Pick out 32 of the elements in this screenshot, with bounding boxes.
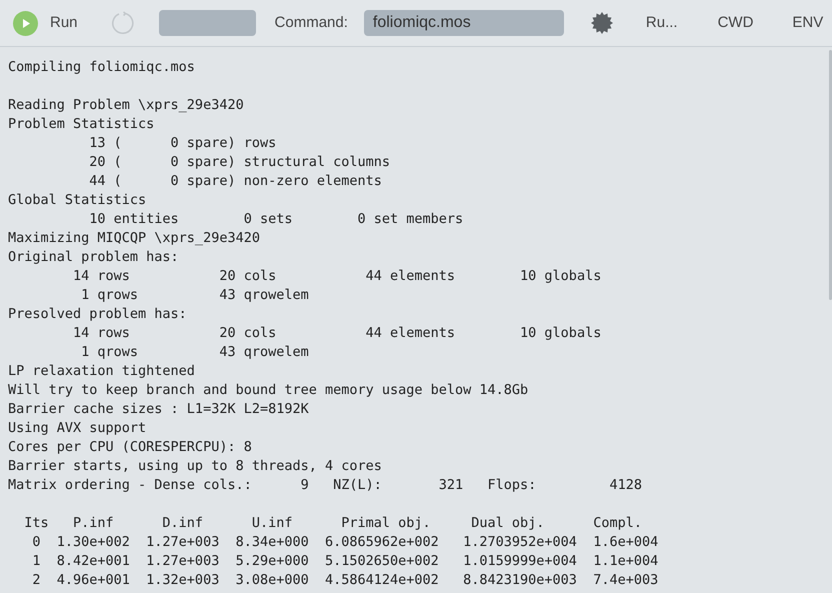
toolbar-button[interactable]: CWD <box>718 12 754 34</box>
output-line: Maximizing MIQCQP \xprs_29e3420 <box>8 229 260 248</box>
output-line: 14 rows 20 cols 44 elements 10 globals <box>72 324 602 343</box>
output-line: Barrier starts, using up to 8 threads, 4 cores <box>8 457 382 476</box>
command-label: Command: <box>274 12 348 33</box>
output-line: 44 ( 0 spare) non-zero elements <box>88 172 382 191</box>
output-line: 10 entities 0 sets 0 set members <box>88 210 464 229</box>
output-line: 1 qrows 43 qrowelem <box>80 343 309 362</box>
output-line: LP relaxation tightened <box>8 362 195 381</box>
toolbar-button[interactable]: Ru... <box>646 12 678 34</box>
output-line: 1 qrows 43 qrowelem <box>80 286 309 305</box>
output-line: 1 8.42e+001 1.27e+003 5.29e+000 5.1502650e+002 1.0159999e+004 1.1e+004 <box>31 552 658 571</box>
output-line: Cores per CPU (CORESPERCPU): 8 <box>8 438 252 457</box>
run-button[interactable]: Run <box>13 10 78 36</box>
output-line: Matrix ordering - Dense cols.: 9 NZ(L): 321 Flops: 4128 <box>8 476 642 495</box>
command-field[interactable]: foliomiqc.mos <box>364 10 564 36</box>
output-line: 14 rows 20 cols 44 elements 10 globals <box>72 267 602 286</box>
toolbar-button[interactable]: ENV <box>792 12 824 34</box>
output-line: Will try to keep branch and bound tree memory usage below 14.8Gb <box>8 381 528 400</box>
output-line: Its P.inf D.inf U.inf Primal obj. Dual obj. Compl. <box>23 514 642 533</box>
output-line: Compiling foliomiqc.mos <box>8 58 195 77</box>
output-line: Reading Problem \xprs_29e3420 <box>8 96 244 115</box>
output-line: Global Statistics <box>8 191 146 210</box>
output-line: Barrier cache sizes : L1=32K L2=8192K <box>8 400 309 419</box>
output-line: Original problem has: <box>8 248 179 267</box>
output-line: Presolved problem has: <box>8 305 187 324</box>
output-line: Using AVX support <box>8 419 146 438</box>
output-line: 13 ( 0 spare) rows <box>88 134 276 153</box>
output-line: Problem Statistics <box>8 115 154 134</box>
output-line: 20 ( 0 spare) structural columns <box>88 153 390 172</box>
output-line: 2 4.96e+001 1.32e+003 3.08e+000 4.5864124e+002 8.8423190e+003 7.4e+003 <box>31 571 658 590</box>
output-line: 0 1.30e+002 1.27e+003 8.34e+000 6.0865962e+002 1.2703952e+004 1.6e+004 <box>31 533 658 552</box>
